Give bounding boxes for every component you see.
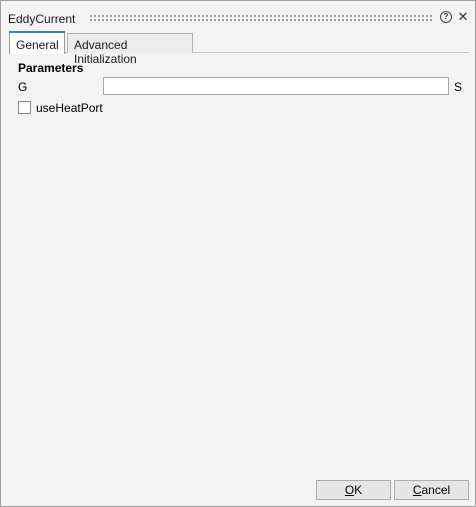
dialog-window: EddyCurrent ? ✕ General Advanced Initial… bbox=[0, 0, 476, 507]
param-g-label: G bbox=[18, 80, 28, 94]
cancel-button[interactable]: Cancel bbox=[394, 480, 469, 500]
param-g-unit: S bbox=[454, 80, 463, 94]
close-icon[interactable]: ✕ bbox=[457, 10, 469, 23]
tab-strip: General Advanced Initialization bbox=[9, 31, 471, 66]
use-heat-port-label[interactable]: useHeatPort bbox=[36, 101, 103, 115]
title-bar[interactable]: EddyCurrent ? ✕ bbox=[1, 1, 475, 31]
ok-label-rest: K bbox=[354, 483, 363, 497]
tab-advanced-initialization-label: Advanced Initialization bbox=[74, 38, 137, 66]
tab-general-label: General bbox=[16, 38, 59, 52]
ok-mnemonic: O bbox=[344, 483, 355, 497]
ok-button[interactable]: OK bbox=[316, 480, 391, 500]
help-icon[interactable]: ? bbox=[440, 11, 452, 23]
cancel-label-rest: ancel bbox=[421, 483, 451, 497]
use-heat-port-checkbox[interactable] bbox=[18, 101, 31, 114]
window-title: EddyCurrent bbox=[8, 12, 76, 26]
tab-general[interactable]: General bbox=[9, 31, 65, 54]
parameters-heading: Parameters bbox=[18, 61, 84, 75]
drag-grip[interactable] bbox=[89, 14, 433, 23]
param-g-input[interactable] bbox=[103, 77, 449, 95]
tab-advanced-initialization[interactable]: Advanced Initialization bbox=[67, 33, 193, 66]
